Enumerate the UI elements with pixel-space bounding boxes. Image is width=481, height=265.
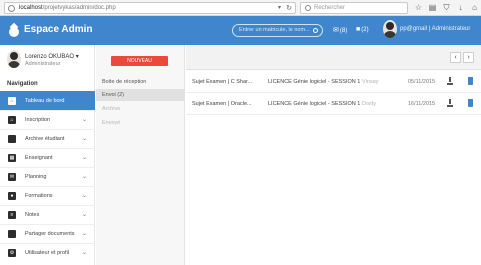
dashboard-icon: ⌂ [8, 97, 16, 105]
browser-toolbar: localhost/projetvykas/admin/doc.php ▾ ↻ … [0, 0, 481, 16]
download-icon[interactable]: ↓ [456, 2, 465, 13]
chevron-down-icon: ⌄ [81, 250, 87, 256]
user-menu[interactable]: pp@gmail | Administrateur [400, 26, 470, 32]
next-page-button[interactable]: › [463, 52, 474, 63]
map-marker-icon: ● [8, 192, 16, 200]
url-host: localhost [19, 5, 43, 11]
chevron-down-icon: ⌄ [81, 193, 87, 199]
sidebar-item-dashboard[interactable]: ⌂ Tableau de bord [0, 91, 95, 110]
browser-search-placeholder: Rechercher [314, 5, 346, 11]
chevron-down-icon[interactable]: ▾ [278, 4, 281, 11]
nav-list: ⌂ Tableau de bord ⌂ Inscription ⌄ Archiv… [0, 91, 95, 262]
chevron-down-icon: ⌄ [81, 174, 87, 180]
mail-folders-panel: NOUVEAU Boite de réception Envoi (2) Arc… [96, 45, 185, 265]
url-path: /projetvykas/admin/doc.php [42, 5, 116, 11]
message-date: 16/11/2015 [408, 101, 436, 107]
messages-notification[interactable]: ✉(8) [333, 26, 347, 34]
sidebar-item-inscription[interactable]: ⌂ Inscription ⌄ [0, 110, 95, 129]
address-text: localhost/projetvykas/admin/doc.php [19, 5, 116, 11]
student-search-placeholder: Entrer un matricule, le nom... [239, 27, 310, 33]
users-cog-icon: ⚙ [8, 249, 16, 257]
download-icon[interactable] [447, 99, 453, 107]
trash-icon[interactable] [468, 99, 473, 107]
sidebar-item-label: Inscription [25, 117, 51, 123]
sidebar-item-planning[interactable]: ✉ Planning ⌄ [0, 167, 95, 186]
browser-toolbar-icons: ☆ ▤ ⛉ ↓ ⌂ ☺ ≡ [414, 2, 481, 13]
reading-list-icon[interactable]: ▤ [428, 2, 437, 13]
sidebar-item-label: Enseignant [25, 155, 53, 161]
message-sender: Vinsay [362, 79, 379, 85]
student-search-input[interactable]: Entrer un matricule, le nom... [232, 24, 323, 37]
grid-icon: ▦ [8, 154, 16, 162]
message-subject[interactable]: Sujet Examen | Oracle... [192, 101, 252, 107]
sidebar-item-utilisateur-profil[interactable]: ⚙ Utilisateur et profil ⌄ [0, 243, 95, 262]
address-bar[interactable]: localhost/projetvykas/admin/doc.php ▾ ↻ [4, 2, 296, 14]
download-icon[interactable] [447, 77, 453, 85]
avatar [7, 50, 21, 68]
sidebar: Lorenzo OKUBAO ▾ Administrateur Navigati… [0, 45, 95, 265]
chevron-down-icon: ⌄ [81, 117, 87, 123]
sidebar-item-label: Formations [25, 193, 53, 199]
folders-notification[interactable]: ■(2) [356, 26, 369, 33]
app-title[interactable]: Espace Admin [24, 24, 93, 35]
sidebar-item-label: Archive étudiant [25, 136, 65, 142]
list-icon: ≡ [8, 211, 16, 219]
message-course: LICENCE Génie logiciel - SESSION 1 [268, 79, 361, 85]
chevron-down-icon: ⌄ [81, 155, 87, 161]
sidebar-item-label: Tableau de bord [25, 98, 65, 104]
app-header: Espace Admin Entrer un matricule, le nom… [0, 16, 481, 45]
browser-search-input[interactable]: Rechercher [300, 2, 408, 14]
chevron-down-icon: ⌄ [81, 231, 87, 237]
sidebar-item-label: Partager documents [25, 231, 75, 237]
table-row[interactable]: Sujet Examen | C Shar... LICENCE Génie l… [186, 71, 481, 93]
shield-icon[interactable]: ⛉ [442, 2, 451, 13]
envelope-icon: ✉ [333, 27, 339, 34]
profile-name[interactable]: Lorenzo OKUBAO ▾ [25, 53, 79, 60]
sidebar-item-partager-documents[interactable]: Partager documents ⌄ [0, 224, 95, 243]
message-date: 05/11/2015 [408, 79, 436, 85]
folder-archive[interactable]: Archive [96, 103, 185, 115]
table-row[interactable]: Sujet Examen | Oracle... LICENCE Génie l… [186, 93, 481, 115]
folder-envoi[interactable]: Envoi (2) [96, 89, 185, 101]
folder-icon: ■ [356, 26, 361, 33]
envelope-icon: ✉ [8, 173, 16, 181]
message-list-panel: ‹ › Sujet Examen | C Shar... LICENCE Gén… [186, 45, 481, 265]
sidebar-item-label: Utilisateur et profil [25, 250, 70, 256]
home-icon[interactable]: ⌂ [470, 2, 479, 13]
message-sender: Dosty [362, 101, 377, 107]
star-icon[interactable]: ☆ [414, 2, 423, 13]
profile-card: Lorenzo OKUBAO ▾ Administrateur [0, 45, 95, 75]
info-icon[interactable] [8, 5, 15, 12]
sidebar-item-notes[interactable]: ≡ Notes ⌄ [0, 205, 95, 224]
avatar[interactable] [383, 20, 397, 38]
sidebar-item-archive-etudiant[interactable]: Archive étudiant ⌄ [0, 129, 95, 148]
nav-heading: Navigation [7, 81, 38, 87]
message-course: LICENCE Génie logiciel - SESSION 1 [268, 101, 361, 107]
trash-icon[interactable] [468, 77, 473, 85]
message-toolbar: ‹ › [186, 45, 481, 70]
search-icon[interactable] [313, 28, 318, 33]
sidebar-item-enseignant[interactable]: ▦ Enseignant ⌄ [0, 148, 95, 167]
drop-logo-icon [9, 24, 19, 37]
sidebar-item-label: Planning [25, 174, 47, 180]
document-icon [8, 230, 16, 238]
previous-page-button[interactable]: ‹ [450, 52, 461, 63]
message-subject[interactable]: Sujet Examen | C Shar... [192, 79, 252, 85]
chevron-down-icon: ⌄ [81, 212, 87, 218]
profile-role: Administrateur [25, 61, 61, 67]
file-icon [8, 135, 16, 143]
search-icon [305, 5, 311, 11]
folder-sent[interactable]: Envoyé [96, 117, 185, 129]
folders-count: (2) [361, 27, 369, 33]
home-icon: ⌂ [8, 116, 16, 124]
sidebar-item-label: Notes [25, 212, 40, 218]
compose-button[interactable]: NOUVEAU [111, 56, 168, 66]
reload-icon[interactable]: ↻ [286, 4, 292, 12]
sidebar-item-formations[interactable]: ● Formations ⌄ [0, 186, 95, 205]
messages-count: (8) [339, 28, 348, 34]
chevron-down-icon: ⌄ [81, 136, 87, 142]
folder-inbox[interactable]: Boite de réception [96, 76, 185, 88]
